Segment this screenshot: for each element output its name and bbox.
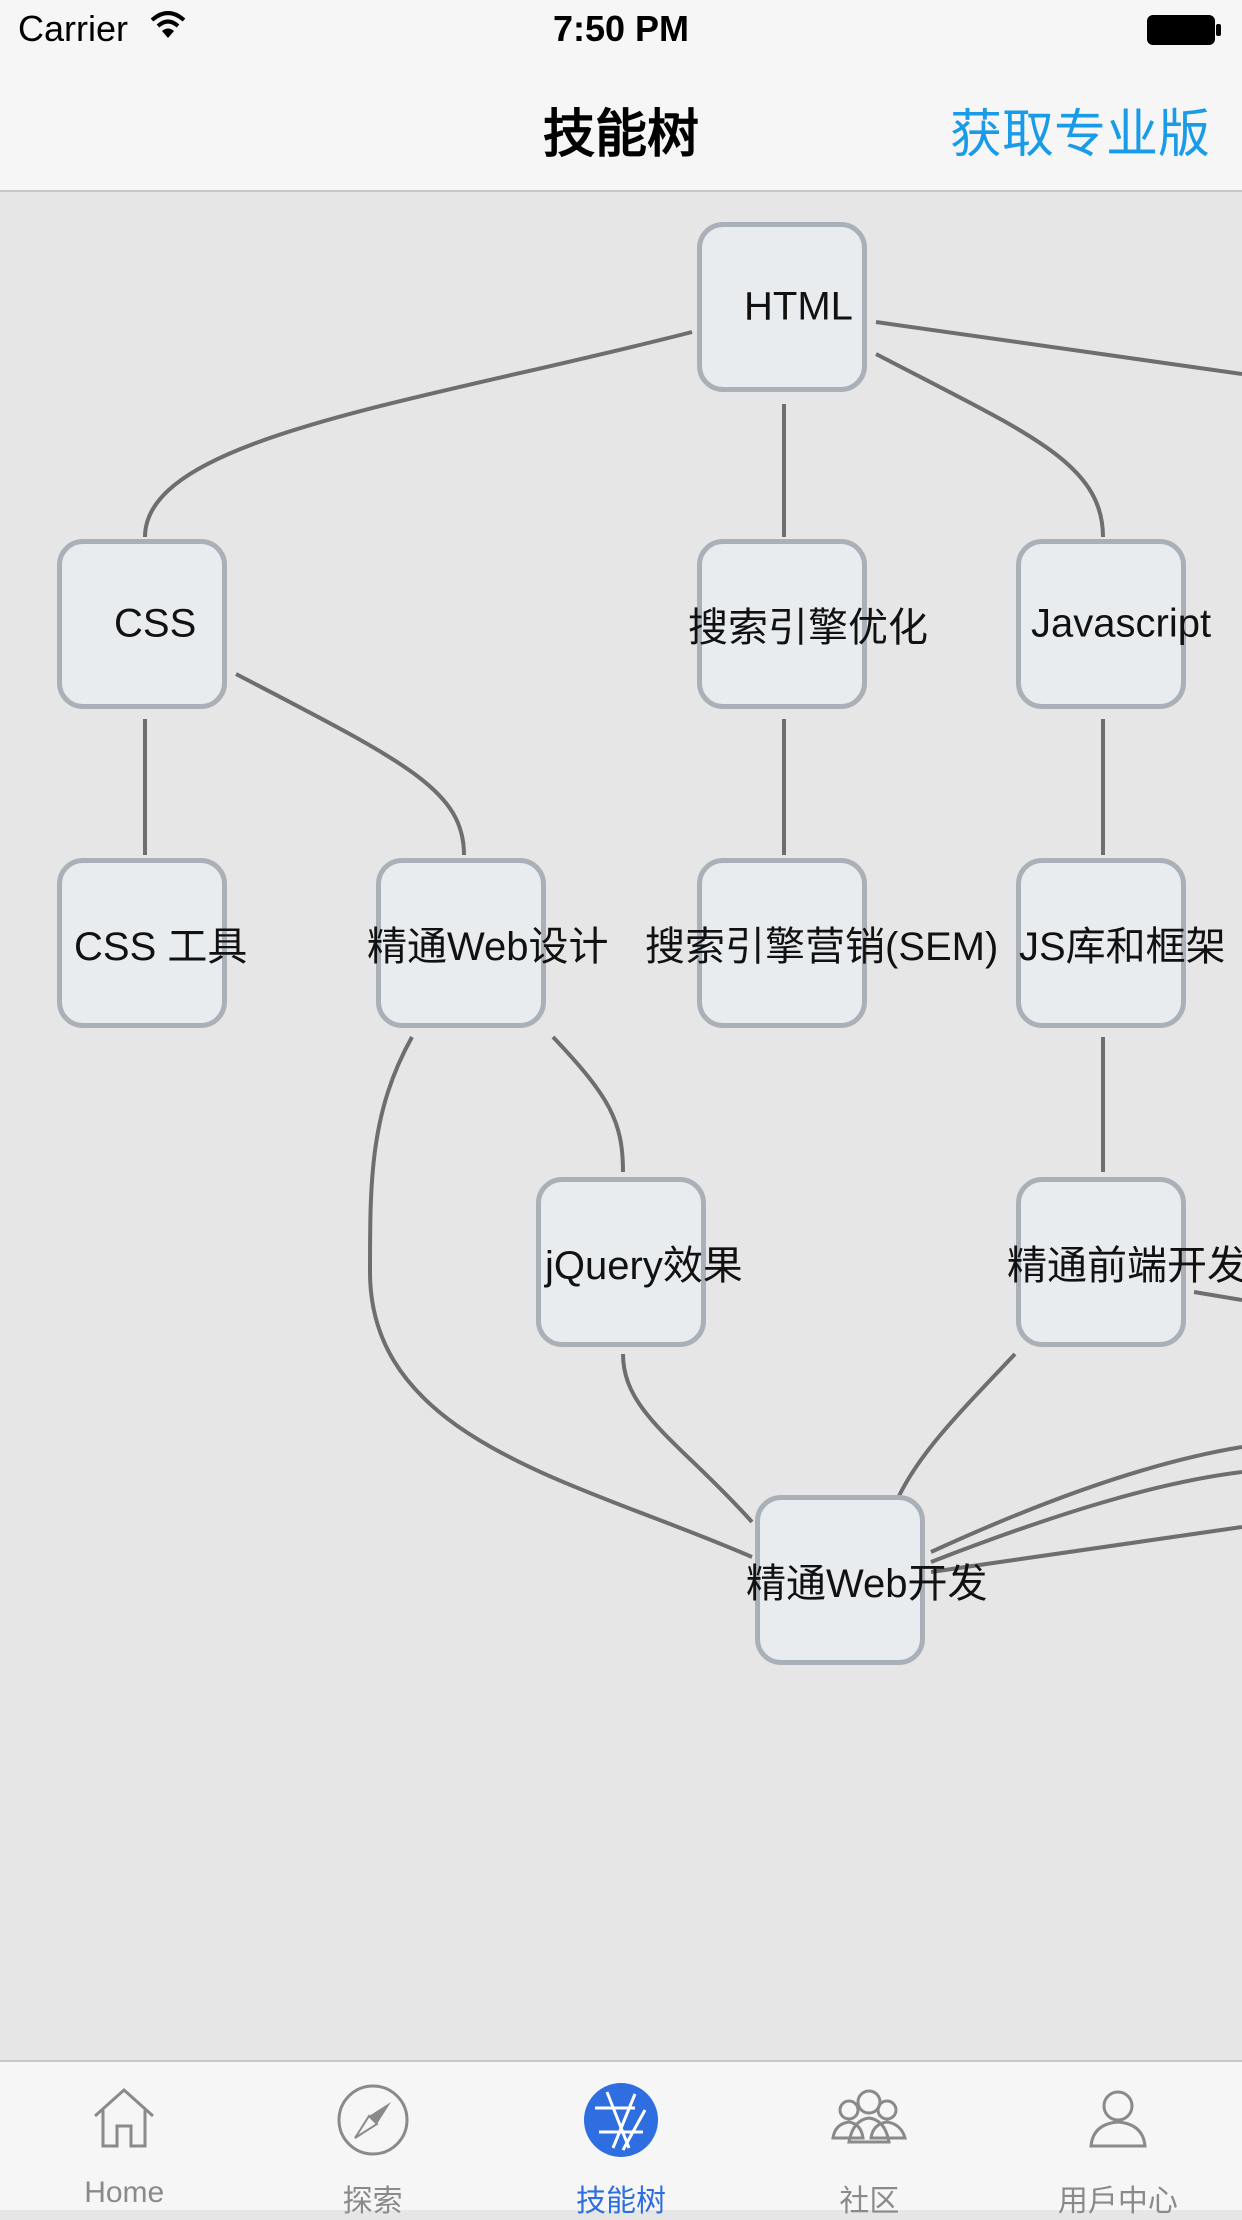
- tab-explore[interactable]: 探索: [248, 2062, 496, 2218]
- skill-node-sem[interactable]: 搜索引擎营销(SEM): [645, 858, 998, 1028]
- aperture-icon: [583, 2082, 659, 2163]
- navigation-bar: 技能树 获取专业版: [0, 60, 1242, 192]
- edge-css-webdesign: [235, 672, 466, 856]
- tab-label: 社区: [839, 2185, 900, 2218]
- skill-node-js-libs[interactable]: JS库和框架: [1016, 858, 1226, 1028]
- home-icon: [89, 2082, 159, 2157]
- edge-frontend-webdev: [896, 1352, 1017, 1499]
- skill-node-jquery[interactable]: jQuery效果: [536, 1177, 743, 1347]
- tab-label: 探索: [342, 2185, 403, 2218]
- skill-node-label: HTML: [744, 284, 853, 329]
- skill-node-label: CSS 工具: [74, 925, 248, 969]
- edge-webdev-offscreen-1: [930, 1445, 1242, 1554]
- edge-html-offscreen: [875, 320, 1242, 376]
- status-bar: Carrier 7:50 PM: [0, 0, 1242, 60]
- tab-label: 技能树: [576, 2185, 667, 2218]
- edge-html-javascript: [875, 352, 1105, 538]
- skill-node-label: JS库和框架: [1019, 925, 1226, 969]
- tab-label: 用戶中心: [1057, 2185, 1178, 2218]
- skill-node-label: jQuery效果: [545, 1244, 743, 1288]
- edge-jquery-webdev: [621, 1353, 754, 1524]
- skill-node-html[interactable]: HTML: [697, 222, 867, 392]
- skill-node-web-dev[interactable]: 精通Web开发: [746, 1495, 988, 1665]
- edge-webdesign-jquery: [551, 1035, 625, 1173]
- status-time: 7:50 PM: [552, 8, 690, 49]
- skill-node-frontend[interactable]: 精通前端开发: [1007, 1177, 1242, 1347]
- skill-node-seo[interactable]: 搜索引擎优化: [688, 539, 928, 709]
- tab-bar: Home 探索 技能树 社区 用戶中心: [0, 2060, 1242, 2218]
- skill-node-label: 精通前端开发: [1007, 1244, 1242, 1288]
- tab-home[interactable]: Home: [0, 2062, 248, 2210]
- edge-frontend-offscreen: [1193, 1290, 1242, 1302]
- battery-icon: [1146, 14, 1222, 51]
- skill-node-css[interactable]: CSS: [57, 539, 227, 709]
- get-pro-button[interactable]: 获取专业版: [950, 92, 1210, 167]
- skill-node-web-design[interactable]: 精通Web设计: [367, 858, 609, 1028]
- skill-node-javascript[interactable]: Javascript: [1016, 539, 1211, 709]
- skill-tree-edges: [143, 320, 1242, 1574]
- skill-node-label: Javascript: [1031, 601, 1212, 646]
- skill-node-label: 搜索引擎营销(SEM): [645, 925, 999, 969]
- skill-node-label: 精通Web设计: [367, 925, 609, 969]
- skill-tree-canvas[interactable]: HTML CSS 搜索引擎优化 Javascript CSS 工具 精通Web设…: [0, 192, 1242, 2062]
- skill-node-label: 精通Web开发: [746, 1562, 988, 1606]
- tab-label: Home: [84, 2176, 165, 2209]
- user-icon: [1083, 2082, 1153, 2157]
- skill-node-label: CSS: [114, 601, 197, 646]
- skill-node-label: 搜索引擎优化: [688, 606, 928, 650]
- tab-user-center[interactable]: 用戶中心: [994, 2062, 1242, 2218]
- compass-icon: [335, 2082, 411, 2163]
- tab-skill-tree[interactable]: 技能树: [497, 2062, 745, 2218]
- edge-html-css: [143, 330, 693, 538]
- skill-node-css-tools[interactable]: CSS 工具: [57, 858, 247, 1028]
- tab-community[interactable]: 社区: [745, 2062, 993, 2218]
- people-icon: [829, 2082, 909, 2157]
